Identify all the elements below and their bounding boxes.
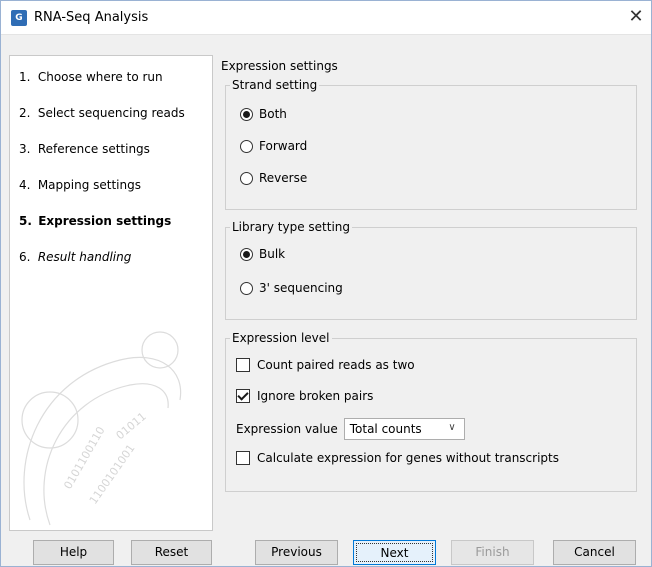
content-panel: Expression settings Strand setting Both …: [215, 55, 652, 531]
step-mapping-settings: 4. Mapping settings: [19, 178, 141, 192]
radio-indicator[interactable]: [240, 281, 253, 295]
expression-level-legend: Expression level: [230, 331, 332, 345]
ignore-broken-pairs-checkbox[interactable]: Ignore broken pairs: [236, 387, 373, 405]
calc-without-transcripts-checkbox[interactable]: Calculate expression for genes without t…: [236, 449, 559, 467]
checkbox-indicator[interactable]: [236, 358, 250, 372]
watermark-logo: 0101100110 1100101001 01011: [21, 331, 182, 526]
help-button[interactable]: Help: [33, 540, 114, 565]
checkbox-indicator[interactable]: [236, 451, 250, 465]
dialog-window: G RNA-Seq Analysis ✕ 1. Choose where to …: [0, 0, 652, 567]
previous-button[interactable]: Previous: [255, 540, 338, 565]
strand-setting-legend: Strand setting: [230, 78, 320, 92]
step-reference-settings: 3. Reference settings: [19, 142, 150, 156]
strand-both-radio[interactable]: Both: [240, 105, 287, 123]
radio-indicator[interactable]: [240, 247, 253, 261]
app-icon: G: [11, 10, 27, 26]
finish-button: Finish: [451, 540, 534, 565]
wizard-steps-panel: 1. Choose where to run 2. Select sequenc…: [9, 55, 213, 531]
library-type-group: Library type setting Bulk 3' sequencing: [225, 220, 637, 320]
library-3prime-radio[interactable]: 3' sequencing: [240, 279, 343, 297]
page-title: Expression settings: [221, 59, 338, 73]
svg-text:01011: 01011: [114, 410, 149, 442]
radio-indicator[interactable]: [240, 107, 253, 121]
strand-reverse-radio[interactable]: Reverse: [240, 169, 307, 187]
expression-value-select[interactable]: Total counts ∨: [343, 418, 465, 440]
step-select-sequencing-reads: 2. Select sequencing reads: [19, 106, 185, 120]
expression-value-row: Expression value Total counts ∨: [236, 418, 465, 440]
step-choose-where-to-run: 1. Choose where to run: [19, 70, 163, 84]
chevron-down-icon: ∨: [448, 422, 456, 433]
title-bar: G RNA-Seq Analysis ✕: [1, 1, 651, 35]
radio-indicator[interactable]: [240, 171, 253, 185]
strand-forward-radio[interactable]: Forward: [240, 137, 307, 155]
window-title: RNA-Seq Analysis: [34, 10, 149, 25]
expression-value-label: Expression value: [236, 422, 338, 436]
cancel-button[interactable]: Cancel: [553, 540, 636, 565]
reset-button[interactable]: Reset: [131, 540, 212, 565]
count-paired-checkbox[interactable]: Count paired reads as two: [236, 356, 415, 374]
next-button-label: Next: [356, 543, 433, 562]
step-expression-settings: 5. Expression settings: [19, 214, 172, 228]
step-result-handling: 6. Result handling: [19, 250, 132, 264]
next-button[interactable]: Next: [353, 540, 436, 565]
library-type-legend: Library type setting: [230, 220, 352, 234]
checkbox-indicator[interactable]: [236, 389, 250, 403]
close-icon[interactable]: ✕: [621, 1, 651, 35]
button-bar: Help Reset Previous Next Finish Cancel: [1, 535, 652, 567]
library-bulk-radio[interactable]: Bulk: [240, 245, 285, 263]
radio-indicator[interactable]: [240, 139, 253, 153]
strand-setting-group: Strand setting Both Forward Reverse: [225, 78, 637, 210]
expression-level-group: Expression level Count paired reads as t…: [225, 331, 637, 492]
